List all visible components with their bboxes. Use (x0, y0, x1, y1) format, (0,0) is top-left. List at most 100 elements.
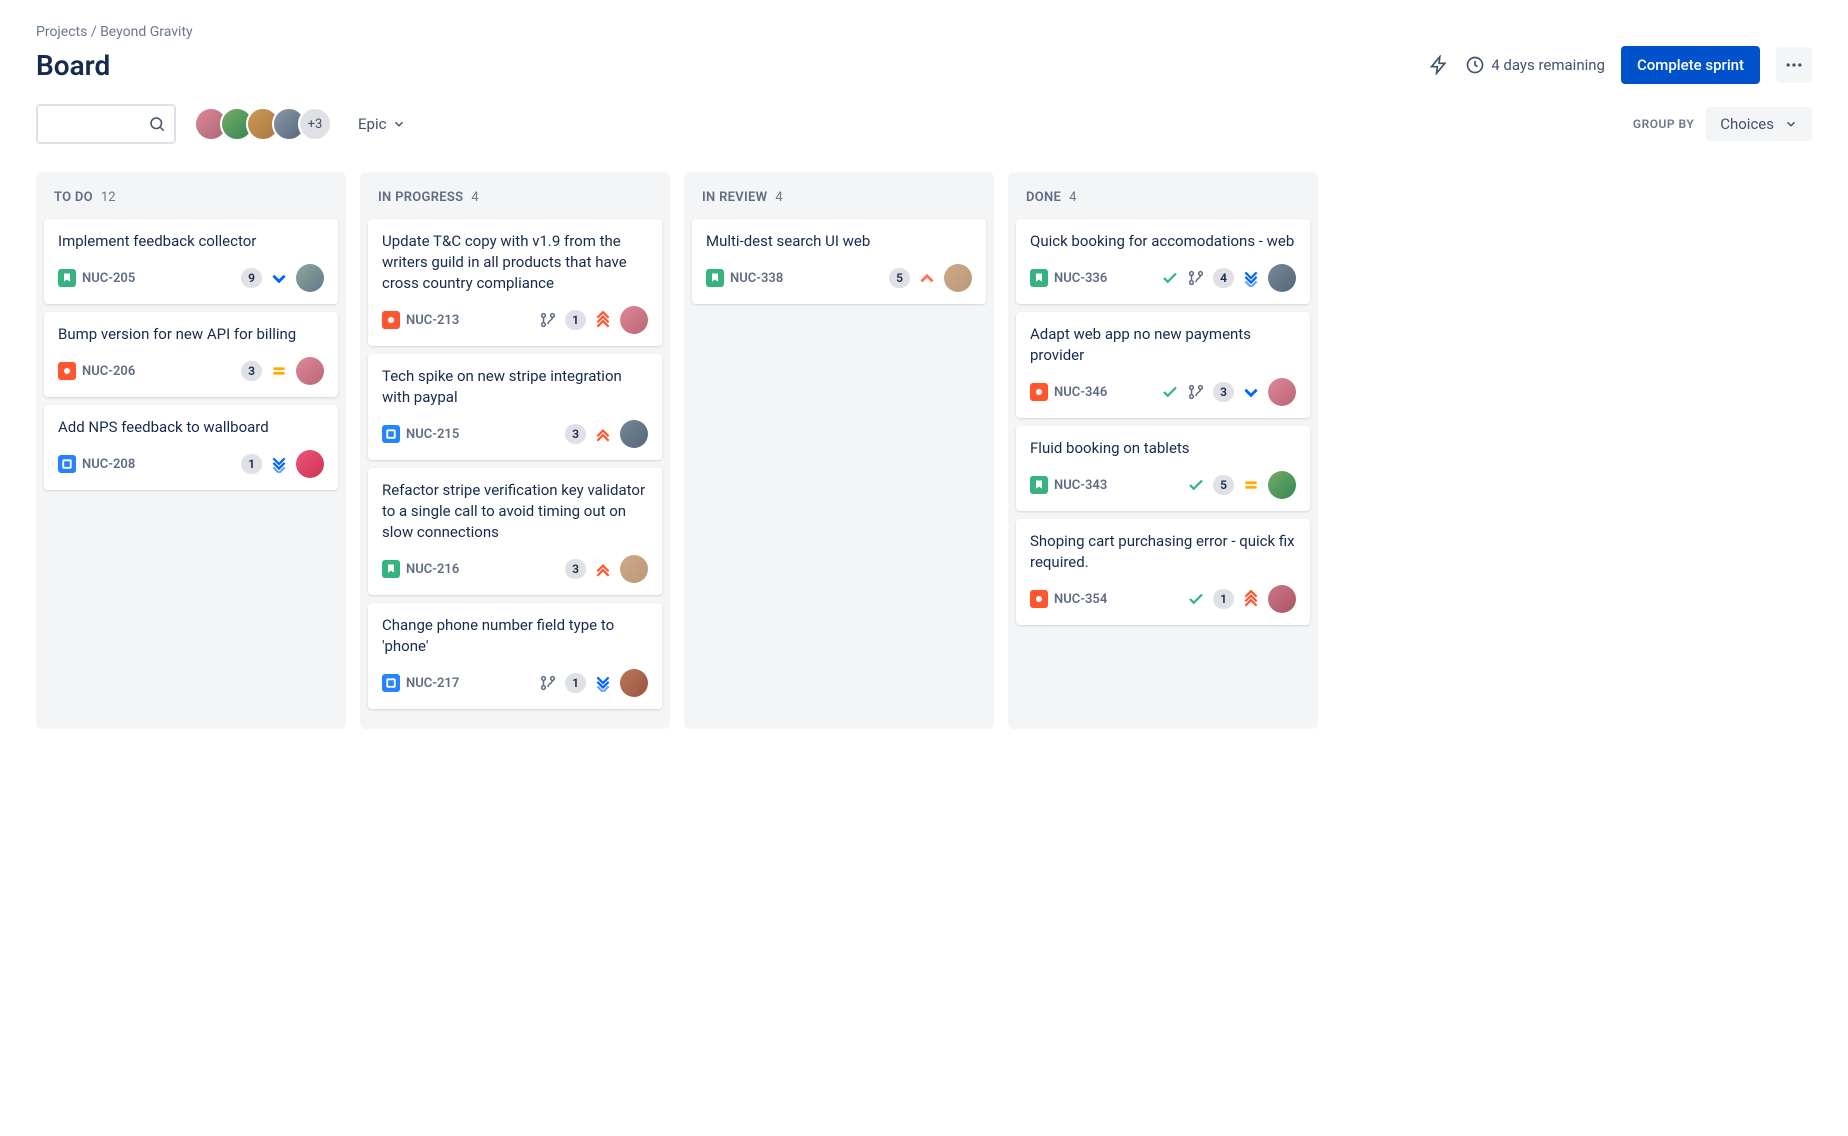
estimate-badge: 1 (1213, 589, 1234, 609)
estimate-badge: 3 (565, 424, 586, 444)
issue-key: NUC-217 (406, 676, 459, 691)
assignee-avatar[interactable] (620, 669, 648, 697)
column-title: IN REVIEW (702, 190, 767, 205)
column: DONE 4 Quick booking for accomodations -… (1008, 172, 1318, 729)
breadcrumb-project-name[interactable]: Beyond Gravity (100, 24, 193, 40)
card[interactable]: Update T&C copy with v1.9 from the write… (368, 219, 662, 346)
column-title: DONE (1026, 190, 1061, 205)
card[interactable]: Adapt web app no new payments provider N… (1016, 312, 1310, 418)
card[interactable]: Implement feedback collector NUC-205 9 (44, 219, 338, 304)
estimate-badge: 3 (565, 559, 586, 579)
estimate-badge: 9 (241, 268, 262, 288)
priority-icon (594, 311, 612, 329)
assignee-avatar[interactable] (620, 555, 648, 583)
assignee-avatar[interactable] (1268, 264, 1296, 292)
card-title: Tech spike on new stripe integration wit… (382, 366, 648, 408)
branch-icon (1187, 269, 1205, 287)
time-remaining: 4 days remaining (1491, 56, 1605, 74)
priority-icon (594, 674, 612, 692)
priority-icon (1242, 383, 1260, 401)
assignee-avatar[interactable] (944, 264, 972, 292)
assignee-avatar[interactable] (296, 450, 324, 478)
column-count: 4 (471, 190, 478, 205)
estimate-badge: 1 (565, 310, 586, 330)
issue-key: NUC-338 (730, 271, 783, 286)
card-title: Add NPS feedback to wallboard (58, 417, 324, 438)
card[interactable]: Change phone number field type to 'phone… (368, 603, 662, 709)
more-actions-button[interactable] (1776, 47, 1812, 83)
assignee-avatar[interactable] (620, 420, 648, 448)
card[interactable]: Tech spike on new stripe integration wit… (368, 354, 662, 460)
estimate-badge: 5 (1213, 475, 1234, 495)
column-count: 4 (1069, 190, 1076, 205)
column-count: 12 (101, 190, 116, 205)
board: TO DO 12 Implement feedback collector NU… (36, 172, 1812, 729)
avatar-group[interactable]: +3 (194, 107, 332, 141)
issue-type-icon (382, 425, 400, 443)
group-by-label: GROUP BY (1633, 117, 1694, 131)
issue-type-icon (58, 269, 76, 287)
issue-type-icon (382, 311, 400, 329)
choices-label: Choices (1720, 115, 1774, 133)
check-icon (1187, 590, 1205, 608)
estimate-badge: 4 (1213, 268, 1234, 288)
estimate-badge: 3 (1213, 382, 1234, 402)
estimate-badge: 1 (565, 673, 586, 693)
issue-type-icon (382, 560, 400, 578)
issue-key: NUC-208 (82, 457, 135, 472)
column-title: TO DO (54, 190, 93, 205)
assignee-avatar[interactable] (1268, 585, 1296, 613)
card[interactable]: Fluid booking on tablets NUC-343 5 (1016, 426, 1310, 511)
branch-icon (1187, 383, 1205, 401)
chevron-down-icon (392, 117, 406, 131)
assignee-avatar[interactable] (1268, 378, 1296, 406)
avatar-more[interactable]: +3 (298, 107, 332, 141)
issue-type-icon (1030, 590, 1048, 608)
assignee-avatar[interactable] (296, 264, 324, 292)
automation-icon[interactable] (1429, 55, 1449, 75)
card-title: Change phone number field type to 'phone… (382, 615, 648, 657)
issue-type-icon (1030, 383, 1048, 401)
ellipsis-icon (1784, 55, 1804, 75)
epic-label: Epic (358, 115, 386, 133)
issue-type-icon (58, 455, 76, 473)
priority-icon (918, 269, 936, 287)
card-title: Fluid booking on tablets (1030, 438, 1296, 459)
card[interactable]: Shoping cart purchasing error - quick fi… (1016, 519, 1310, 625)
issue-key: NUC-216 (406, 562, 459, 577)
issue-type-icon (706, 269, 724, 287)
card[interactable]: Multi-dest search UI web NUC-338 5 (692, 219, 986, 304)
check-icon (1161, 383, 1179, 401)
search-box (36, 104, 176, 144)
epic-dropdown[interactable]: Epic (350, 109, 414, 139)
priority-icon (270, 362, 288, 380)
issue-key: NUC-354 (1054, 592, 1107, 607)
priority-icon (1242, 590, 1260, 608)
assignee-avatar[interactable] (1268, 471, 1296, 499)
assignee-avatar[interactable] (620, 306, 648, 334)
card[interactable]: Quick booking for accomodations - web NU… (1016, 219, 1310, 304)
issue-key: NUC-206 (82, 364, 135, 379)
issue-type-icon (1030, 269, 1048, 287)
column-count: 4 (775, 190, 782, 205)
breadcrumb: Projects / Beyond Gravity (36, 24, 1812, 40)
priority-icon (594, 560, 612, 578)
estimate-badge: 3 (241, 361, 262, 381)
card-title: Adapt web app no new payments provider (1030, 324, 1296, 366)
issue-key: NUC-346 (1054, 385, 1107, 400)
complete-sprint-button[interactable]: Complete sprint (1621, 46, 1760, 84)
card-title: Implement feedback collector (58, 231, 324, 252)
priority-icon (270, 269, 288, 287)
search-icon (148, 115, 166, 133)
estimate-badge: 5 (889, 268, 910, 288)
group-by-dropdown[interactable]: Choices (1706, 107, 1812, 141)
column: IN REVIEW 4 Multi-dest search UI web NUC… (684, 172, 994, 729)
card[interactable]: Refactor stripe verification key validat… (368, 468, 662, 595)
card[interactable]: Bump version for new API for billing NUC… (44, 312, 338, 397)
assignee-avatar[interactable] (296, 357, 324, 385)
breadcrumb-projects[interactable]: Projects (36, 24, 87, 40)
card[interactable]: Add NPS feedback to wallboard NUC-208 1 (44, 405, 338, 490)
priority-icon (270, 455, 288, 473)
priority-icon (594, 425, 612, 443)
chevron-down-icon (1784, 117, 1798, 131)
